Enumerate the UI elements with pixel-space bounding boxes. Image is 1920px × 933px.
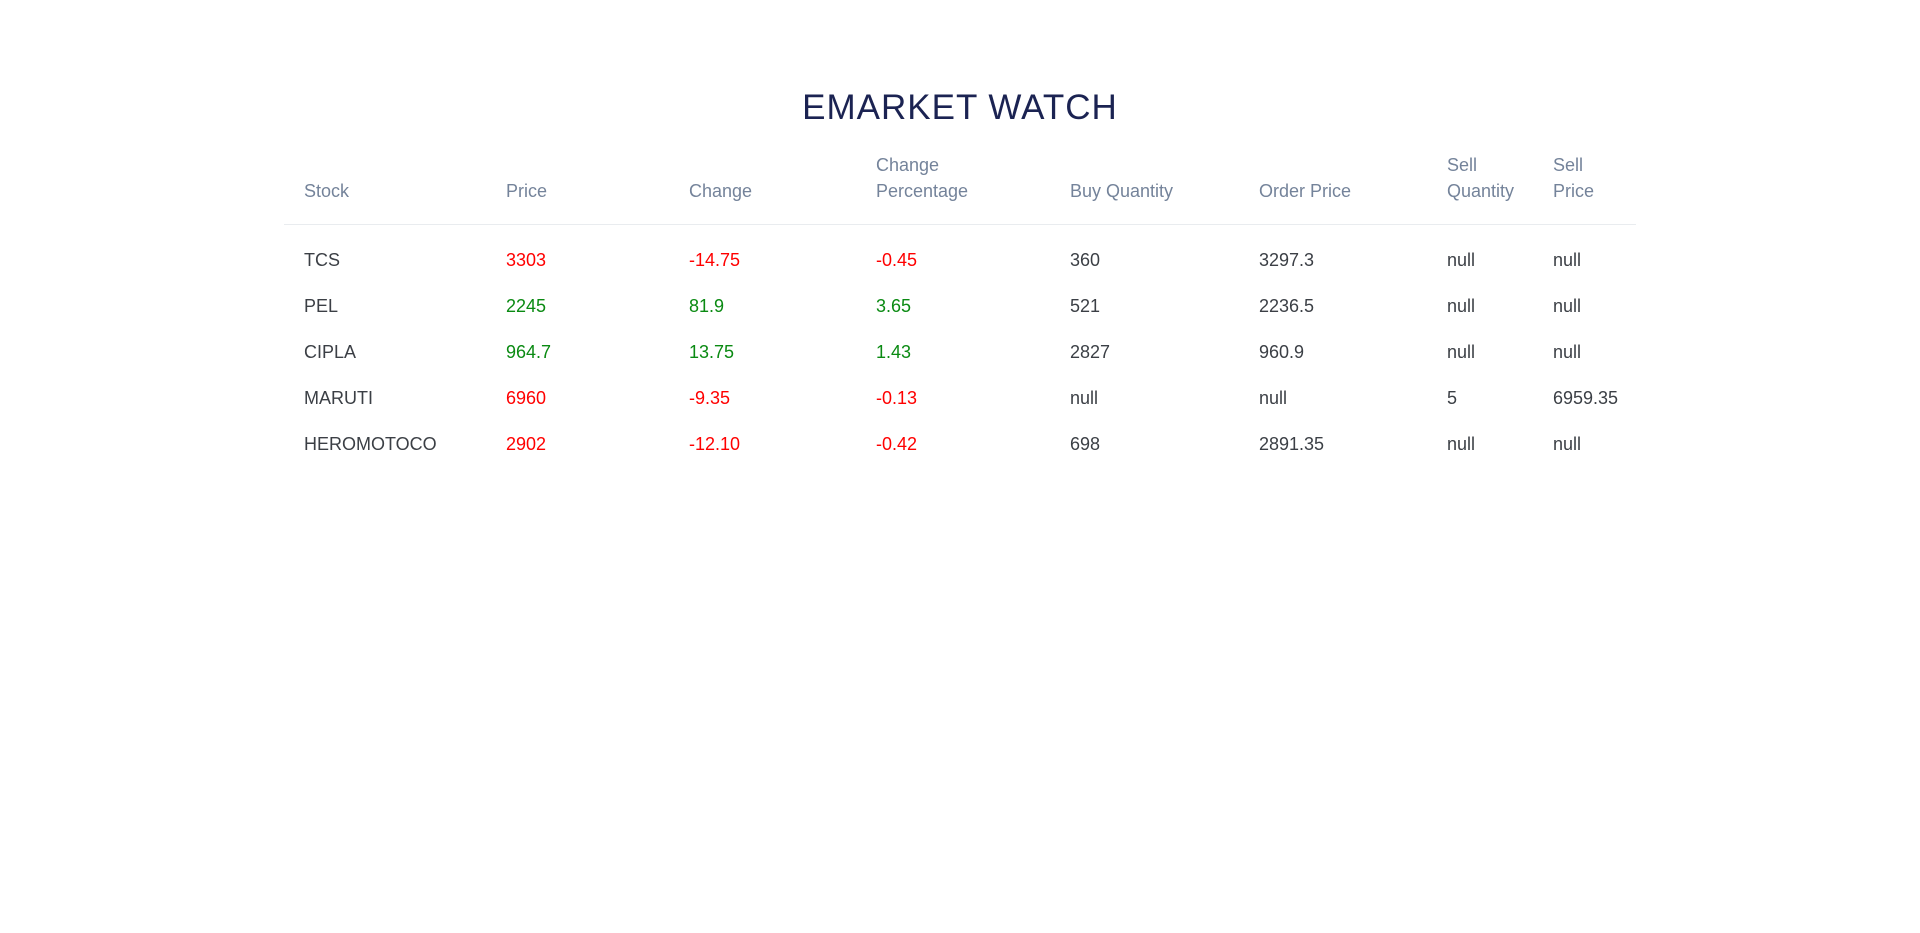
header-sell-price-line1: Sell [1553,155,1584,175]
cell-price: 964.7 [506,342,552,362]
cell-order-price: 2236.5 [1259,296,1315,316]
table-row: MARUTI 6960 -9.35 -0.13 null null 5 6959… [284,375,1636,421]
table-row: HEROMOTOCO 2902 -12.10 -0.42 698 2891.35… [284,421,1636,467]
cell-change: -12.10 [689,434,741,454]
header-sell-price-line2: Price [1553,181,1595,201]
cell-price: 2245 [506,296,547,316]
header-sell-quantity-line1: Sell [1447,155,1478,175]
table-header-row: Stock Price Change Change Percentage Buy… [284,152,1636,225]
cell-buy-quantity: null [1070,388,1099,408]
cell-sell-quantity: null [1447,342,1476,362]
cell-change-percentage: 3.65 [876,296,912,316]
cell-buy-quantity: 521 [1070,296,1101,316]
cell-buy-quantity: 360 [1070,250,1101,270]
cell-order-price: null [1259,388,1288,408]
header-sell-price: Sell Price [1533,152,1636,225]
cell-order-price: 2891.35 [1259,434,1325,454]
cell-change: 81.9 [689,296,725,316]
cell-order-price: 960.9 [1259,342,1305,362]
cell-price: 2902 [506,434,547,454]
cell-sell-quantity: null [1447,296,1476,316]
cell-sell-quantity: 5 [1447,388,1458,408]
header-sell-quantity-line2: Quantity [1447,181,1515,201]
header-stock: Stock [284,152,486,225]
cell-change: -14.75 [689,250,741,270]
cell-stock: HEROMOTOCO [304,434,437,454]
header-change-percentage: Change Percentage [856,152,1050,225]
cell-sell-price: null [1553,342,1582,362]
cell-price: 6960 [506,388,547,408]
table-row: TCS 3303 -14.75 -0.45 360 3297.3 null nu… [284,225,1636,284]
header-buy-quantity: Buy Quantity [1050,152,1239,225]
header-change: Change [669,152,856,225]
cell-order-price: 3297.3 [1259,250,1315,270]
header-order-price: Order Price [1239,152,1427,225]
header-price: Price [486,152,669,225]
cell-change-percentage: -0.45 [876,250,918,270]
cell-buy-quantity: 698 [1070,434,1101,454]
page-title: EMARKET WATCH [802,88,1118,127]
cell-price: 3303 [506,250,547,270]
cell-change-percentage: -0.42 [876,434,918,454]
cell-change: 13.75 [689,342,735,362]
market-watch-table: Stock Price Change Change Percentage Buy… [284,152,1636,467]
cell-change-percentage: 1.43 [876,342,912,362]
cell-change: -9.35 [689,388,731,408]
market-watch-page: EMARKET WATCH Stock Price Change Change … [0,0,1920,933]
table-row: CIPLA 964.7 13.75 1.43 2827 960.9 null n… [284,329,1636,375]
cell-sell-price: null [1553,296,1582,316]
cell-sell-price: null [1553,434,1582,454]
cell-sell-price: null [1553,250,1582,270]
header-sell-quantity: Sell Quantity [1427,152,1533,225]
cell-stock: CIPLA [304,342,357,362]
cell-sell-quantity: null [1447,434,1476,454]
table-row: PEL 2245 81.9 3.65 521 2236.5 null null [284,283,1636,329]
cell-stock: PEL [304,296,339,316]
cell-buy-quantity: 2827 [1070,342,1111,362]
cell-stock: MARUTI [304,388,373,408]
cell-sell-quantity: null [1447,250,1476,270]
cell-stock: TCS [304,250,340,270]
cell-sell-price: 6959.35 [1553,388,1619,408]
cell-change-percentage: -0.13 [876,388,918,408]
